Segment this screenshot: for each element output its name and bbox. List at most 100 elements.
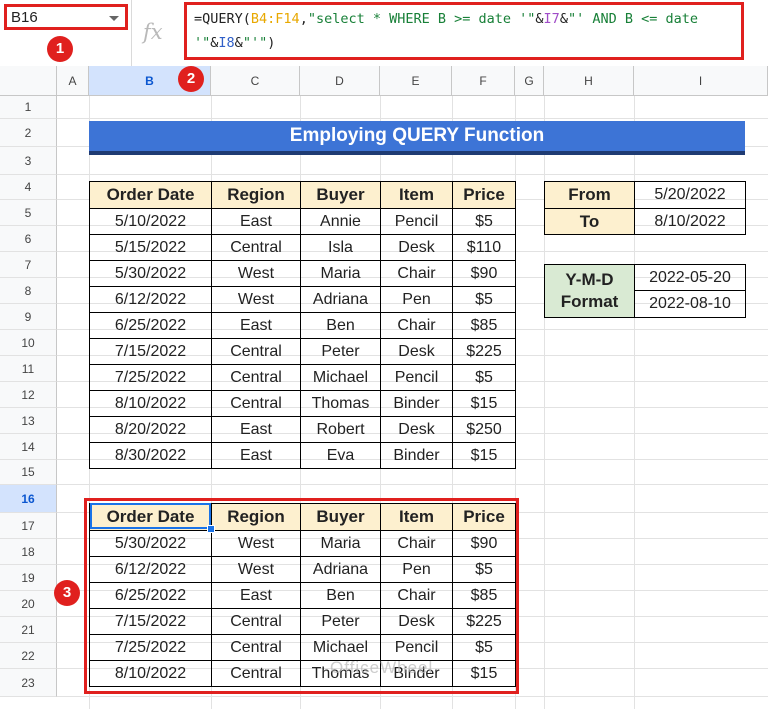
table-cell[interactable]: East: [211, 442, 301, 469]
table-cell[interactable]: Isla: [300, 234, 381, 261]
row-header-6[interactable]: 6: [0, 226, 57, 252]
formula-cell-ref: I8: [218, 35, 235, 51]
column-header-a[interactable]: A: [57, 66, 89, 96]
table-cell[interactable]: Pencil: [380, 364, 453, 391]
table-cell[interactable]: 5/15/2022: [89, 234, 212, 261]
table-cell[interactable]: Central: [211, 338, 301, 365]
column-header-f[interactable]: F: [452, 66, 515, 96]
table-cell[interactable]: Binder: [380, 442, 453, 469]
table-cell[interactable]: Central: [211, 364, 301, 391]
row-header-17[interactable]: 17: [0, 513, 57, 539]
table-cell[interactable]: $85: [452, 312, 516, 339]
chevron-down-icon[interactable]: [109, 16, 119, 21]
table-cell[interactable]: $5: [452, 208, 516, 235]
table-cell[interactable]: Central: [211, 390, 301, 417]
formula-string: "'": [242, 35, 268, 51]
table-cell[interactable]: $5: [452, 286, 516, 313]
table-cell[interactable]: 8/10/2022: [89, 390, 212, 417]
table-cell[interactable]: Eva: [300, 442, 381, 469]
column-header-e[interactable]: E: [380, 66, 452, 96]
table-cell[interactable]: Thomas: [300, 390, 381, 417]
table-cell[interactable]: 7/25/2022: [89, 364, 212, 391]
table-cell[interactable]: Maria: [300, 260, 381, 287]
ymd-value-start[interactable]: 2022-05-20: [634, 264, 746, 291]
table-cell[interactable]: $5: [452, 364, 516, 391]
fill-handle[interactable]: [207, 525, 215, 533]
table-cell[interactable]: Adriana: [300, 286, 381, 313]
row-header-16[interactable]: 16: [0, 485, 57, 513]
table-cell[interactable]: Binder: [380, 390, 453, 417]
column-header-h[interactable]: H: [544, 66, 634, 96]
row-header-9[interactable]: 9: [0, 304, 57, 330]
table-cell[interactable]: Desk: [380, 338, 453, 365]
column-header-cell: Region: [211, 181, 301, 209]
row-header-19[interactable]: 19: [0, 565, 57, 591]
watermark: OfficeWheel: [330, 658, 434, 677]
table-cell[interactable]: Annie: [300, 208, 381, 235]
table-cell[interactable]: East: [211, 208, 301, 235]
table-cell[interactable]: Chair: [380, 260, 453, 287]
row-header-8[interactable]: 8: [0, 278, 57, 304]
row-header-3[interactable]: 3: [0, 147, 57, 175]
table-cell[interactable]: 8/20/2022: [89, 416, 212, 443]
table-cell[interactable]: $15: [452, 390, 516, 417]
table-cell[interactable]: Ben: [300, 312, 381, 339]
table-cell[interactable]: Chair: [380, 312, 453, 339]
row-header-22[interactable]: 22: [0, 643, 57, 669]
table-cell[interactable]: 6/12/2022: [89, 286, 212, 313]
row-header-7[interactable]: 7: [0, 252, 57, 278]
row-header-11[interactable]: 11: [0, 356, 57, 382]
column-header-c[interactable]: C: [211, 66, 300, 96]
table-cell[interactable]: 5/30/2022: [89, 260, 212, 287]
row-header-2[interactable]: 2: [0, 119, 57, 147]
table-cell[interactable]: Michael: [300, 364, 381, 391]
active-cell-selection[interactable]: [90, 503, 211, 529]
table-row: 6/12/2022 West Adriana Pen $5: [89, 286, 516, 313]
row-header-23[interactable]: 23: [0, 669, 57, 697]
row-header-1[interactable]: 1: [0, 96, 57, 119]
row-header-5[interactable]: 5: [0, 200, 57, 226]
table-cell[interactable]: 6/25/2022: [89, 312, 212, 339]
table-cell[interactable]: 7/15/2022: [89, 338, 212, 365]
from-value[interactable]: 5/20/2022: [634, 181, 746, 209]
table-cell[interactable]: Desk: [380, 234, 453, 261]
select-all-corner[interactable]: [0, 66, 57, 96]
table-row: 8/10/2022 Central Thomas Binder $15: [89, 390, 516, 417]
ymd-value-end[interactable]: 2022-08-10: [634, 290, 746, 318]
row-header-4[interactable]: 4: [0, 175, 57, 200]
table-cell[interactable]: $15: [452, 442, 516, 469]
table-cell[interactable]: East: [211, 312, 301, 339]
table-row: 6/25/2022 East Ben Chair $85: [89, 312, 516, 339]
row-header-18[interactable]: 18: [0, 539, 57, 565]
column-header-cell: Item: [380, 181, 453, 209]
table-cell[interactable]: $250: [452, 416, 516, 443]
table-cell[interactable]: 8/30/2022: [89, 442, 212, 469]
column-header-i[interactable]: I: [634, 66, 768, 96]
row-header-21[interactable]: 21: [0, 617, 57, 643]
row-header-15[interactable]: 15: [0, 460, 57, 485]
table-cell[interactable]: East: [211, 416, 301, 443]
row-header-20[interactable]: 20: [0, 591, 57, 617]
row-header-12[interactable]: 12: [0, 382, 57, 408]
table-cell[interactable]: $225: [452, 338, 516, 365]
row-header-13[interactable]: 13: [0, 408, 57, 434]
table-cell[interactable]: Pen: [380, 286, 453, 313]
row-header-10[interactable]: 10: [0, 330, 57, 356]
table-cell[interactable]: $110: [452, 234, 516, 261]
table-cell[interactable]: West: [211, 286, 301, 313]
table-cell[interactable]: Desk: [380, 416, 453, 443]
to-value[interactable]: 8/10/2022: [634, 208, 746, 235]
table-cell[interactable]: Pencil: [380, 208, 453, 235]
table-cell[interactable]: $90: [452, 260, 516, 287]
table-cell[interactable]: 5/10/2022: [89, 208, 212, 235]
table-cell[interactable]: Robert: [300, 416, 381, 443]
column-header-d[interactable]: D: [300, 66, 380, 96]
table-cell[interactable]: Central: [211, 234, 301, 261]
table-body: 5/10/2022 East Annie Pencil $5 5/15/2022 Centr…: [89, 208, 516, 469]
table-cell[interactable]: Peter: [300, 338, 381, 365]
name-box[interactable]: B16: [4, 4, 128, 30]
table-cell[interactable]: West: [211, 260, 301, 287]
formula-input[interactable]: =QUERY(B4:F14,"select * WHERE B >= date …: [184, 2, 744, 60]
column-header-g[interactable]: G: [515, 66, 544, 96]
row-header-14[interactable]: 14: [0, 434, 57, 460]
